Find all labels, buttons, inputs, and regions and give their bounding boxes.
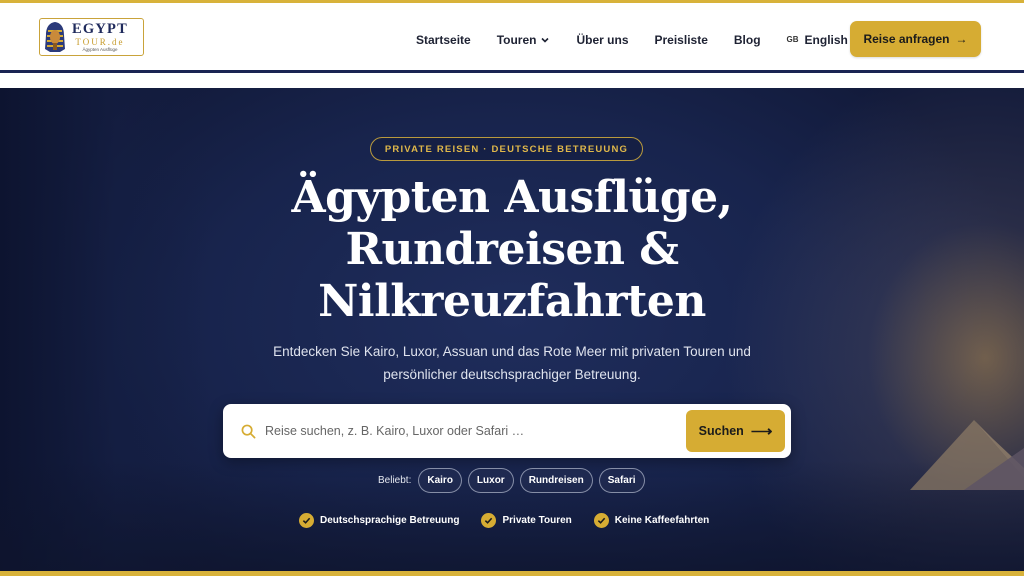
- search-bar: Suchen ⟶: [223, 404, 791, 458]
- nav-ueber-uns[interactable]: Über uns: [576, 33, 628, 47]
- popular-chip-rundreisen[interactable]: Rundreisen: [519, 468, 593, 493]
- site-header: EGYPT TOUR.de Ägypten Ausflüge Startseit…: [0, 3, 1024, 70]
- request-trip-button[interactable]: Reise anfragen →: [850, 21, 981, 57]
- language-label: English: [804, 32, 848, 47]
- popular-chip-luxor[interactable]: Luxor: [467, 468, 514, 493]
- nav-preisliste[interactable]: Preisliste: [655, 33, 708, 47]
- feature-label: Private Touren: [502, 514, 572, 526]
- check-circle-icon: [593, 512, 609, 528]
- search-input[interactable]: [265, 419, 665, 443]
- gb-flag-icon: GB: [786, 35, 799, 44]
- feature-item: Deutschsprachige Betreuung: [299, 512, 460, 528]
- feature-label: Keine Kaffeefahrten: [614, 514, 710, 526]
- nav-touren-label: Touren: [496, 32, 537, 47]
- check-circle-icon: [299, 512, 314, 528]
- search-icon: [241, 424, 256, 439]
- hero-subtitle: Entdecken Sie Kairo, Luxor, Assuan und d…: [222, 340, 802, 386]
- popular-label: Beliebt:: [378, 475, 412, 486]
- hero-title: Ägypten Ausflüge, Rundreisen & Nilkreuzf…: [212, 172, 812, 328]
- hero-title-line: Nilkreuzfahrten: [318, 276, 706, 327]
- nav-blog[interactable]: Blog: [734, 33, 761, 47]
- feature-item: Keine Kaffeefahrten: [593, 512, 710, 528]
- chevron-down-icon: [541, 37, 550, 43]
- arrow-right-icon: →: [955, 32, 968, 46]
- popular-searches: Beliebt: Kairo Luxor Rundreisen Safari: [378, 468, 651, 493]
- search-button-label: Suchen: [698, 424, 744, 438]
- header-spacer: [0, 73, 1024, 88]
- feature-list: Deutschsprachige Betreuung Private Toure…: [299, 511, 731, 529]
- hero-title-line: Rundreisen &: [345, 224, 679, 275]
- nav-startseite[interactable]: Startseite: [416, 33, 471, 47]
- nav-touren[interactable]: Touren: [497, 33, 551, 47]
- hero-subtitle-line: Entdecken Sie Kairo, Luxor, Assuan und d…: [273, 344, 751, 359]
- search-button[interactable]: Suchen ⟶: [686, 410, 785, 452]
- feature-item: Private Touren: [481, 512, 572, 528]
- popular-chip-safari[interactable]: Safari: [598, 468, 645, 493]
- pyramids-image: [910, 420, 1024, 490]
- main-nav: Startseite Touren Über uns Preisliste Bl…: [416, 6, 848, 73]
- language-switcher[interactable]: GB English: [787, 33, 848, 47]
- arrow-right-icon: ⟶: [750, 423, 773, 440]
- logo-wordmark: EGYPT: [72, 21, 128, 37]
- hero-subtitle-line: persönlicher deutschsprachiger Betreuung…: [383, 367, 641, 382]
- check-circle-icon: [481, 512, 497, 528]
- bottom-accent-line: [0, 571, 1024, 576]
- logo-domain: TOUR.de: [75, 36, 125, 47]
- site-logo[interactable]: EGYPT TOUR.de Ägypten Ausflüge: [39, 18, 144, 56]
- popular-chip-kairo[interactable]: Kairo: [418, 468, 462, 493]
- hero-title-line: Ägypten Ausflüge,: [291, 172, 733, 223]
- pharaoh-mask-icon: [45, 22, 65, 52]
- logo-tagline: Ägypten Ausflüge: [82, 46, 118, 52]
- hero-tag-badge: PRIVATE REISEN · DEUTSCHE BETREUUNG: [370, 137, 643, 161]
- request-trip-label: Reise anfragen: [863, 32, 950, 46]
- feature-label: Deutschsprachige Betreuung: [320, 514, 460, 526]
